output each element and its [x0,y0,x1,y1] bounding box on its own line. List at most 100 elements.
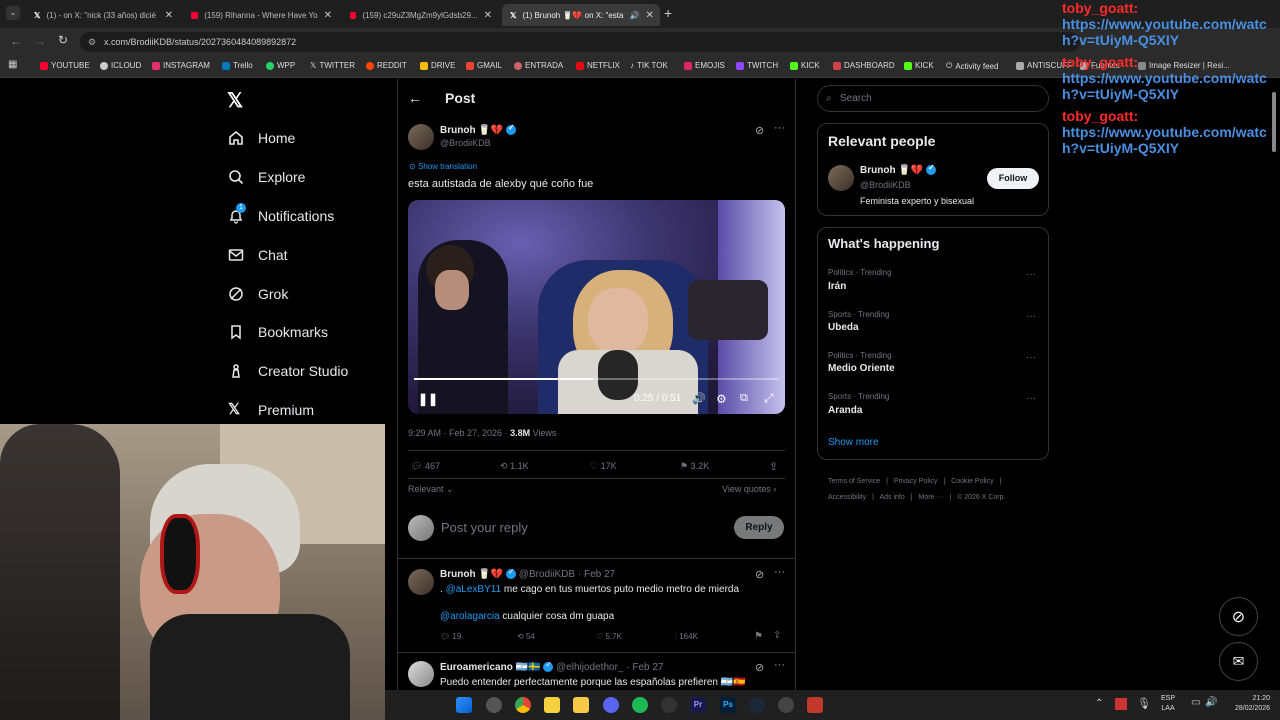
person-name[interactable]: Brunoh 🥛💔 [860,163,937,176]
close-tab-icon[interactable]: ✕ [484,10,492,21]
browser-tab[interactable]: 𝕏 (1) - on X: "nick (33 años) dicié ✕ [26,4,181,26]
avatar[interactable] [408,661,434,687]
trend-name[interactable]: Ubeda [828,322,859,333]
pip-icon[interactable]: ⧉ [740,392,748,405]
footer-link[interactable]: Privacy Policy [894,478,938,485]
bookmark-item[interactable]: EMOJIS [684,61,725,70]
nav-home[interactable]: Home [228,130,295,146]
avatar[interactable] [408,515,434,541]
bookmark-item[interactable]: ENTRADA [514,61,563,70]
notes-icon[interactable] [544,697,560,713]
steam-icon[interactable] [749,697,765,713]
show-more-link[interactable]: Show more [828,437,879,448]
video-player[interactable]: ❚❚ 0:25 / 0:51 🔊 ⚙ ⧉ ⤢ [408,200,785,414]
bookmark-item[interactable]: NETFLIX [576,61,620,70]
share-icon[interactable]: ⇪ [773,630,781,641]
grok-icon[interactable]: ⊘ [755,568,764,581]
grok-icon[interactable]: ⊘ [755,661,764,674]
bookmark-item[interactable]: KICK [790,61,820,70]
browser-tab-active[interactable]: 𝕏 (1) Brunoh 🥛💔 on X: "esta 🔊 ✕ [502,4,660,26]
more-options-icon[interactable]: ··· [774,566,785,578]
bookmark-item[interactable]: ♪ TIK TOK [630,61,668,70]
url-bar[interactable]: ⚙ x.com/BrodiiKDB/status/202736048408989… [80,32,1080,52]
more-options-icon[interactable]: ··· [1026,311,1036,322]
bookmark-item[interactable]: Trello [222,61,253,70]
premiere-icon[interactable]: Pr [690,697,706,713]
show-translation-link[interactable]: ⊙ Show translation [409,162,477,171]
trend-name[interactable]: Aranda [828,405,862,416]
messages-float-button[interactable]: ✉ [1219,642,1258,681]
bookmark-item[interactable]: DASHBOARD [833,61,895,70]
x-logo-icon[interactable]: 𝕏 [227,88,243,113]
avatar[interactable] [828,165,854,191]
search-input[interactable]: ⌕ Search [817,85,1049,112]
footer-link[interactable]: Cookie Policy [951,478,993,485]
bookmark-item[interactable]: WPP [266,61,295,70]
windows-start-icon[interactable] [456,697,472,713]
bookmark-item[interactable]: ICLOUD [100,61,141,70]
chrome-icon[interactable] [515,697,531,713]
apps-icon[interactable]: ▦ [8,59,17,70]
scrollbar-thumb[interactable] [1272,92,1276,152]
bookmark-item[interactable]: GMAIL [466,61,502,70]
nav-chat[interactable]: Chat [228,247,288,263]
discord-icon[interactable] [603,697,619,713]
photoshop-icon[interactable]: Ps [720,697,736,713]
close-tab-icon[interactable]: ✕ [324,10,332,21]
more-options-icon[interactable]: ··· [1026,352,1036,363]
bookmark-item[interactable]: REDDIT [366,61,407,70]
repost-button[interactable]: ⟲ 54 [517,632,535,641]
app-icon[interactable] [778,697,794,713]
tab-search-icon[interactable]: ⌄ [6,6,20,20]
microphone-icon[interactable]: 🎙 [1137,697,1151,710]
browser-tab[interactable]: (159) Rihanna - Where Have Yo ✕ [183,4,340,26]
views-button[interactable]: ⫶ 164K [675,632,698,642]
sort-dropdown[interactable]: Relevant ⌄ [408,484,454,495]
nav-grok[interactable]: Grok [228,286,288,302]
more-options-icon[interactable]: ··· [1026,393,1036,404]
network-icon[interactable]: ▭ [1191,697,1200,708]
tray-icon[interactable] [1115,698,1127,710]
more-options-icon[interactable]: ··· [774,659,785,671]
author-handle[interactable]: @BrodiiKDB [440,138,491,148]
view-quotes-link[interactable]: View quotes › [722,484,776,494]
footer-link[interactable]: Terms of Service [828,478,880,485]
reply-button[interactable]: 💬︎ 467 [411,461,440,472]
bookmark-button[interactable]: ⚑ 3.2K [680,461,709,472]
like-button[interactable]: ♡ 5.7K [596,632,622,641]
footer-link[interactable]: Accessibility [828,494,866,501]
back-icon[interactable]: ← [10,34,22,48]
reply-submit-button[interactable]: Reply [734,516,784,539]
nav-creator-studio[interactable]: Creator Studio [228,363,348,379]
fullscreen-icon[interactable]: ⤢ [764,391,774,406]
footer-link[interactable]: More ··· [919,494,944,501]
nav-notifications[interactable]: 1 Notifications [228,203,334,224]
speaker-icon[interactable]: 🔊 [1205,697,1217,708]
volume-icon[interactable]: 🔊 [692,392,706,405]
bookmark-item[interactable]: INSTAGRAM [152,61,210,70]
speaker-icon[interactable]: 🔊 [629,11,639,20]
close-tab-icon[interactable]: ✕ [645,10,653,21]
bookmark-item[interactable]: KICK [904,61,934,70]
follow-button[interactable]: Follow [987,168,1039,189]
bookmark-icon[interactable]: ⚑ [754,631,763,642]
reply-author[interactable]: Euroamericano 🇦🇷🇸🇪 @elhijodethor_ · Feb … [440,660,663,673]
site-info-icon[interactable]: ⚙ [88,32,96,52]
avatar[interactable] [408,569,434,595]
reply-input[interactable]: Post your reply [441,520,528,535]
footer-link[interactable]: Ads info [879,494,904,501]
more-options-icon[interactable]: ··· [1026,269,1036,280]
grok-icon[interactable]: ⊘ [755,124,764,137]
nav-bookmarks[interactable]: Bookmarks [228,324,328,340]
pause-icon[interactable]: ❚❚ [418,392,438,406]
nav-explore[interactable]: Explore [228,169,305,185]
more-options-icon[interactable]: ··· [774,122,785,134]
reply-button[interactable]: 💬︎ 19 [440,632,461,641]
chevron-up-icon[interactable]: ⌃ [1095,698,1103,709]
repost-button[interactable]: ⟲ 1.1K [500,461,529,472]
back-arrow-icon[interactable]: ← [408,90,422,106]
reload-icon[interactable]: ↻ [58,33,68,47]
nav-premium[interactable]: 𝕏 Premium [228,402,314,419]
spotify-icon[interactable] [632,697,648,713]
language-indicator[interactable]: ESP LAA [1161,694,1175,714]
